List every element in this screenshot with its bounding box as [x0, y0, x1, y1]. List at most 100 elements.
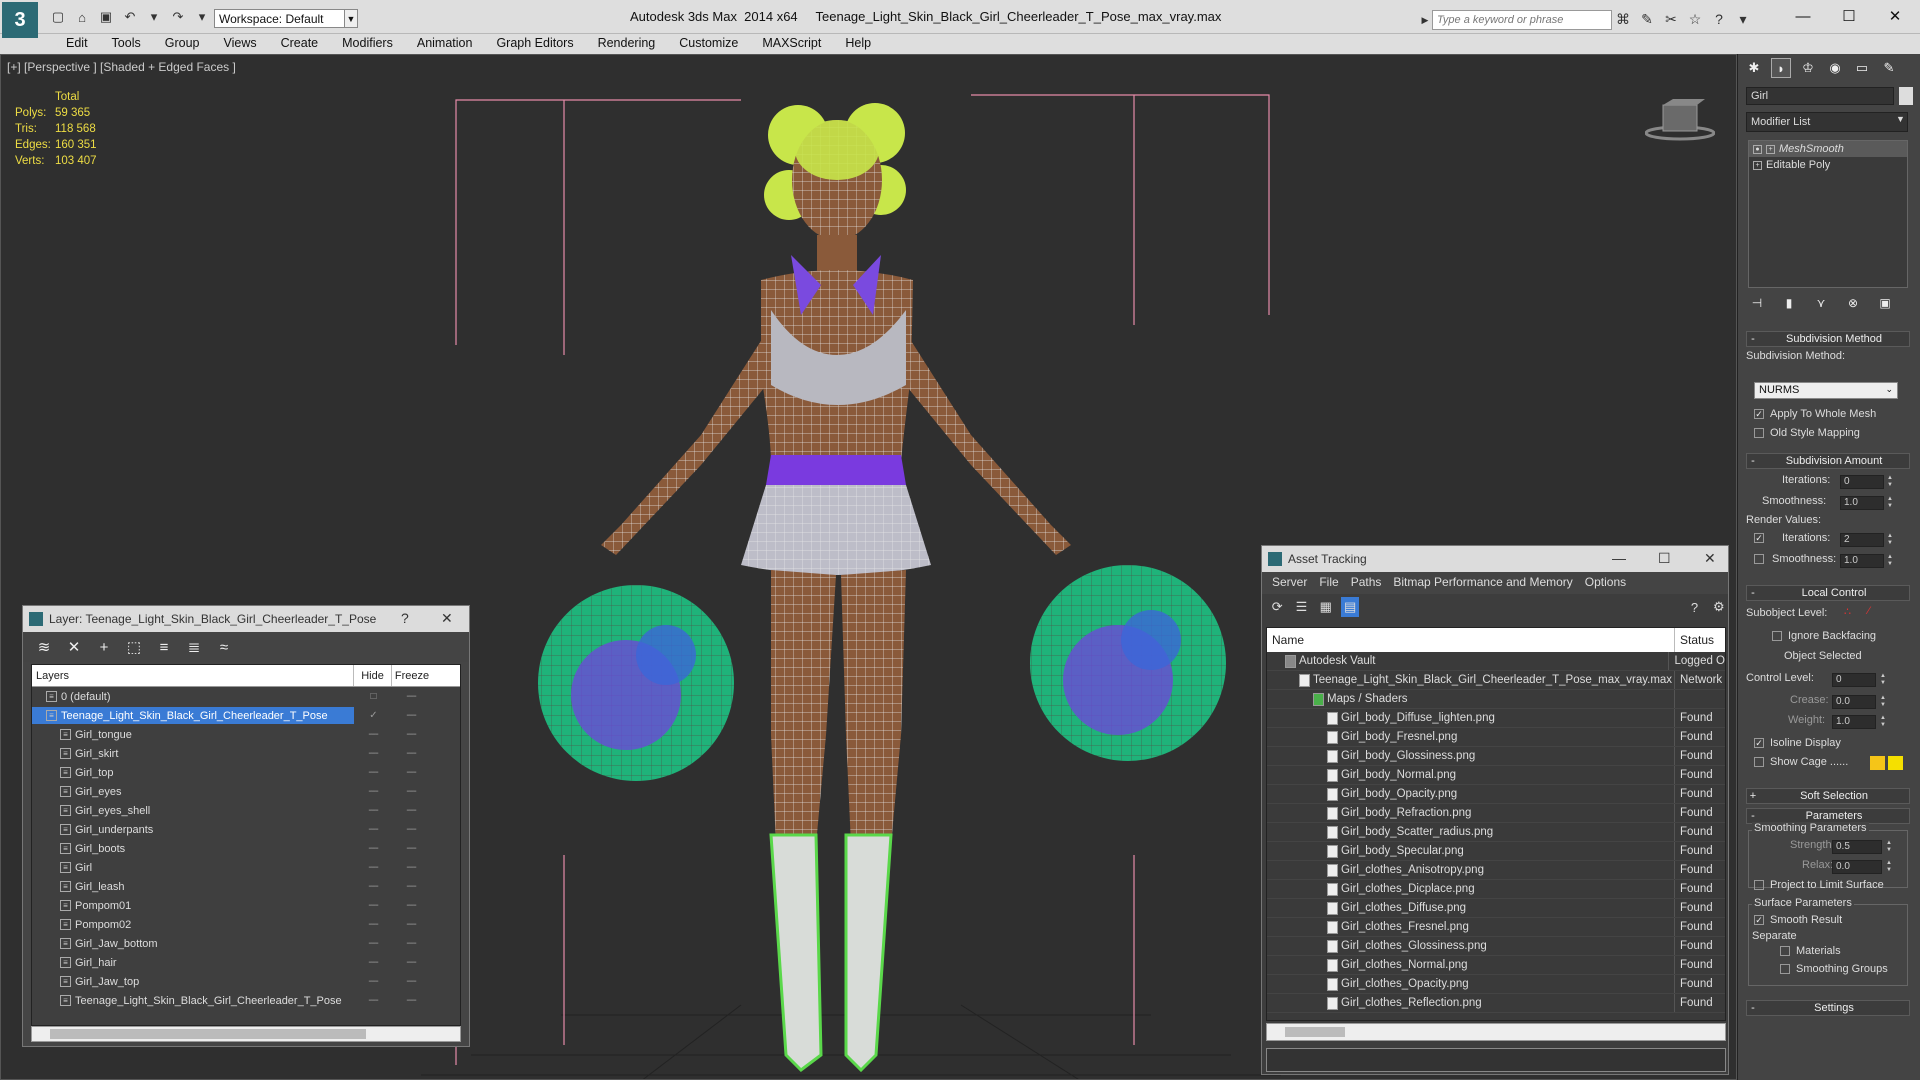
hide-toggle[interactable]: ----: [354, 976, 392, 987]
asset-name-cell[interactable]: Girl_clothes_Diffuse.png: [1267, 899, 1675, 917]
layer-name-cell[interactable]: ≡ Girl: [32, 859, 354, 876]
search-expand-icon[interactable]: ▶: [1418, 10, 1432, 30]
layer-window-titlebar[interactable]: Layer: Teenage_Light_Skin_Black_Girl_Che…: [23, 606, 469, 632]
asset-name-cell[interactable]: Maps / Shaders: [1267, 690, 1675, 708]
select-objects-icon[interactable]: ⬚: [125, 638, 143, 656]
layer-name-cell[interactable]: ≡ Girl_eyes: [32, 783, 354, 800]
help-icon[interactable]: ?: [1710, 10, 1728, 28]
asset-row[interactable]: Girl_body_Fresnel.png Found: [1267, 728, 1725, 747]
add-to-layer-icon[interactable]: +: [95, 638, 113, 656]
asset-menu-bitmap-performance[interactable]: Bitmap Performance and Memory: [1387, 572, 1578, 594]
undo-icon[interactable]: ↶: [120, 8, 140, 26]
hide-toggle[interactable]: ----: [354, 957, 392, 968]
hide-toggle[interactable]: ----: [354, 843, 392, 854]
remove-modifier-icon[interactable]: ⊗: [1844, 294, 1862, 312]
smooth-result-checkbox[interactable]: ✓: [1754, 915, 1764, 925]
layer-list[interactable]: Layers Hide Freeze ≡ 0 (default) □ ---- ≡ Tee…: [31, 664, 461, 1026]
rollout-settings[interactable]: - Settings: [1746, 1000, 1910, 1016]
scrollbar-thumb[interactable]: [50, 1029, 366, 1039]
freeze-toggle[interactable]: ----: [392, 957, 430, 968]
asset-row[interactable]: Girl_clothes_Dicplace.png Found: [1267, 880, 1725, 899]
menu-edit[interactable]: Edit: [54, 34, 100, 54]
asset-horizontal-scrollbar[interactable]: [1266, 1023, 1726, 1041]
stack-item-editable-poly[interactable]: + Editable Poly: [1749, 157, 1907, 173]
close-icon[interactable]: ✕: [1872, 4, 1918, 28]
freeze-toggle[interactable]: ----: [392, 786, 430, 797]
asset-name-cell[interactable]: Autodesk Vault: [1267, 652, 1670, 670]
asset-row[interactable]: Girl_body_Scatter_radius.png Found: [1267, 823, 1725, 842]
motion-tab-icon[interactable]: ◉: [1825, 58, 1845, 78]
asset-row[interactable]: Girl_body_Diffuse_lighten.png Found: [1267, 709, 1725, 728]
layer-row[interactable]: ≡ Girl_skirt ---- ----: [32, 744, 460, 763]
girl-model[interactable]: [601, 103, 1071, 1073]
pin-stack-icon[interactable]: ⊣: [1748, 294, 1766, 312]
layer-name-cell[interactable]: ≡ 0 (default): [32, 688, 354, 705]
vertex-level-icon[interactable]: ∴: [1844, 605, 1851, 618]
hide-toggle[interactable]: ----: [354, 938, 392, 949]
layer-name-cell[interactable]: ≡ Teenage_Light_Skin_Black_Girl_Cheerlead…: [32, 707, 354, 724]
weight-spinner-icon[interactable]: ▲ ▼: [1880, 715, 1888, 729]
rollout-local-control[interactable]: - Local Control: [1746, 585, 1910, 601]
rollout-subdivision-method[interactable]: - Subdivision Method: [1746, 331, 1910, 347]
cage-color-swatch-1[interactable]: [1870, 756, 1885, 770]
menu-tools[interactable]: Tools: [100, 34, 153, 54]
modifier-stack[interactable]: ● + MeshSmooth + Editable Poly: [1748, 140, 1908, 288]
pompom-left[interactable]: [538, 585, 734, 781]
col-layers[interactable]: Layers: [32, 665, 354, 686]
crease-field[interactable]: 0.0: [1832, 695, 1876, 709]
project-limit-checkbox[interactable]: [1754, 880, 1764, 890]
layers-stack-icon[interactable]: ≋: [35, 638, 53, 656]
stack-item-meshsmooth[interactable]: ● + MeshSmooth: [1749, 141, 1907, 157]
control-level-field[interactable]: 0: [1832, 673, 1876, 687]
freeze-toggle[interactable]: ----: [392, 729, 430, 740]
asset-name-cell[interactable]: Girl_clothes_Glossiness.png: [1267, 937, 1675, 955]
make-unique-icon[interactable]: ⋎: [1812, 294, 1830, 312]
menu-views[interactable]: Views: [211, 34, 268, 54]
hide-toggle[interactable]: ----: [354, 862, 392, 873]
layer-row[interactable]: ≡ Girl_tongue ---- ----: [32, 725, 460, 744]
freeze-toggle[interactable]: ----: [392, 995, 430, 1006]
menu-group[interactable]: Group: [153, 34, 212, 54]
render-smoothness-spinner-icon[interactable]: ▲ ▼: [1887, 554, 1895, 568]
asset-name-cell[interactable]: Girl_clothes_Anisotropy.png: [1267, 861, 1675, 879]
maximize-icon[interactable]: ☐: [1826, 4, 1872, 28]
object-name-field[interactable]: Girl: [1746, 87, 1894, 105]
redo-icon[interactable]: ↷: [168, 8, 188, 26]
help-icon[interactable]: ?: [1685, 597, 1703, 617]
layer-row[interactable]: ≡ Girl_top ---- ----: [32, 763, 460, 782]
layer-row[interactable]: ≡ Girl ---- ----: [32, 858, 460, 877]
layer-name-cell[interactable]: ≡ Girl_Jaw_bottom: [32, 935, 354, 952]
chevron-down-icon[interactable]: ▼: [344, 9, 358, 28]
asset-row[interactable]: Girl_clothes_Glossiness.png Found: [1267, 937, 1725, 956]
asset-menu-file[interactable]: File: [1313, 572, 1344, 594]
layer-explorer-window[interactable]: Layer: Teenage_Light_Skin_Black_Girl_Che…: [22, 605, 470, 1047]
asset-menu-options[interactable]: Options: [1579, 572, 1632, 594]
help-icon[interactable]: ?: [401, 610, 409, 626]
asset-row[interactable]: Girl_body_Glossiness.png Found: [1267, 747, 1725, 766]
highlight-layer-icon[interactable]: ≡: [155, 638, 173, 656]
display-tab-icon[interactable]: ▭: [1852, 58, 1872, 78]
render-smoothness-checkbox[interactable]: [1754, 554, 1764, 564]
hide-toggle[interactable]: ----: [354, 729, 392, 740]
materials-checkbox[interactable]: [1780, 946, 1790, 956]
hide-toggle[interactable]: ----: [354, 919, 392, 930]
apply-whole-mesh-checkbox[interactable]: ✓: [1754, 409, 1764, 419]
show-end-result-icon[interactable]: ▮: [1780, 294, 1798, 312]
refresh-icon[interactable]: ⟳: [1268, 597, 1286, 617]
layer-name-cell[interactable]: ≡ Girl_eyes_shell: [32, 802, 354, 819]
menu-create[interactable]: Create: [269, 34, 331, 54]
freeze-toggle[interactable]: ----: [392, 824, 430, 835]
hide-toggle[interactable]: ----: [354, 881, 392, 892]
smoothness-field[interactable]: 1.0: [1840, 496, 1884, 510]
asset-name-cell[interactable]: Girl_clothes_Fresnel.png: [1267, 918, 1675, 936]
layer-row[interactable]: ≡ Girl_hair ---- ----: [32, 953, 460, 972]
hide-toggle[interactable]: ----: [354, 805, 392, 816]
menu-modifiers[interactable]: Modifiers: [330, 34, 405, 54]
render-smoothness-field[interactable]: 1.0: [1840, 554, 1884, 568]
freeze-toggle[interactable]: ----: [392, 843, 430, 854]
asset-window-titlebar[interactable]: Asset Tracking — ☐ ✕: [1262, 546, 1728, 572]
layer-row[interactable]: ≡ Girl_underpants ---- ----: [32, 820, 460, 839]
asset-menu-server[interactable]: Server: [1266, 572, 1313, 594]
layer-name-cell[interactable]: ≡ Girl_underpants: [32, 821, 354, 838]
asset-row[interactable]: Girl_clothes_Reflection.png Found: [1267, 994, 1725, 1013]
